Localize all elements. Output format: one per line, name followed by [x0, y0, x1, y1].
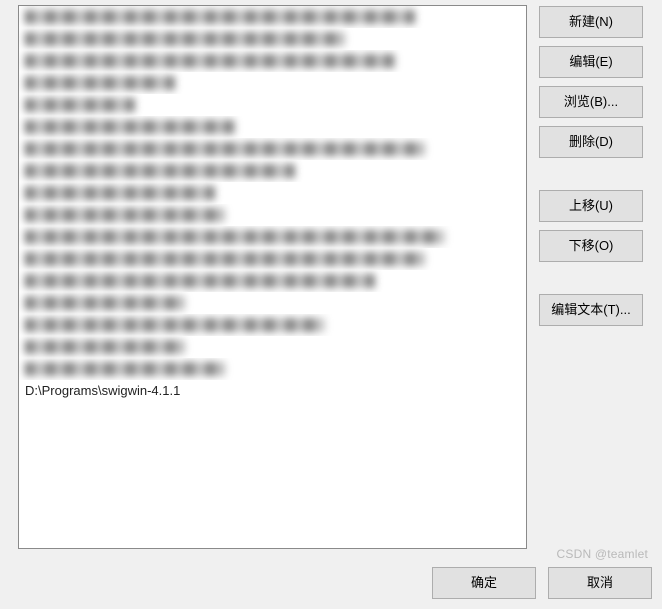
- side-button-column: 新建(N) 编辑(E) 浏览(B)... 删除(D) 上移(U) 下移(O) 编…: [539, 5, 643, 326]
- path-list[interactable]: D:\Programs\swigwin-4.1.1: [18, 5, 527, 549]
- list-item-visible[interactable]: D:\Programs\swigwin-4.1.1: [19, 380, 526, 402]
- ok-button[interactable]: 确定: [432, 567, 536, 599]
- move-down-button[interactable]: 下移(O): [539, 230, 643, 262]
- list-item[interactable]: [19, 358, 526, 380]
- list-item[interactable]: [19, 336, 526, 358]
- list-item[interactable]: [19, 292, 526, 314]
- list-item[interactable]: [19, 248, 526, 270]
- browse-button[interactable]: 浏览(B)...: [539, 86, 643, 118]
- list-item[interactable]: [19, 270, 526, 292]
- list-item[interactable]: [19, 6, 526, 28]
- edit-text-button[interactable]: 编辑文本(T)...: [539, 294, 643, 326]
- list-item[interactable]: [19, 116, 526, 138]
- watermark-text: CSDN @teamlet: [557, 547, 648, 561]
- edit-button[interactable]: 编辑(E): [539, 46, 643, 78]
- list-item[interactable]: [19, 314, 526, 336]
- list-item[interactable]: [19, 50, 526, 72]
- cancel-button[interactable]: 取消: [548, 567, 652, 599]
- delete-button[interactable]: 删除(D): [539, 126, 643, 158]
- list-item[interactable]: [19, 226, 526, 248]
- list-item[interactable]: [19, 72, 526, 94]
- bottom-button-bar: 确定 取消: [432, 567, 652, 599]
- list-item[interactable]: [19, 182, 526, 204]
- move-up-button[interactable]: 上移(U): [539, 190, 643, 222]
- new-button[interactable]: 新建(N): [539, 6, 643, 38]
- list-item[interactable]: [19, 94, 526, 116]
- list-item[interactable]: [19, 160, 526, 182]
- list-item[interactable]: [19, 138, 526, 160]
- list-item[interactable]: [19, 28, 526, 50]
- list-item[interactable]: [19, 204, 526, 226]
